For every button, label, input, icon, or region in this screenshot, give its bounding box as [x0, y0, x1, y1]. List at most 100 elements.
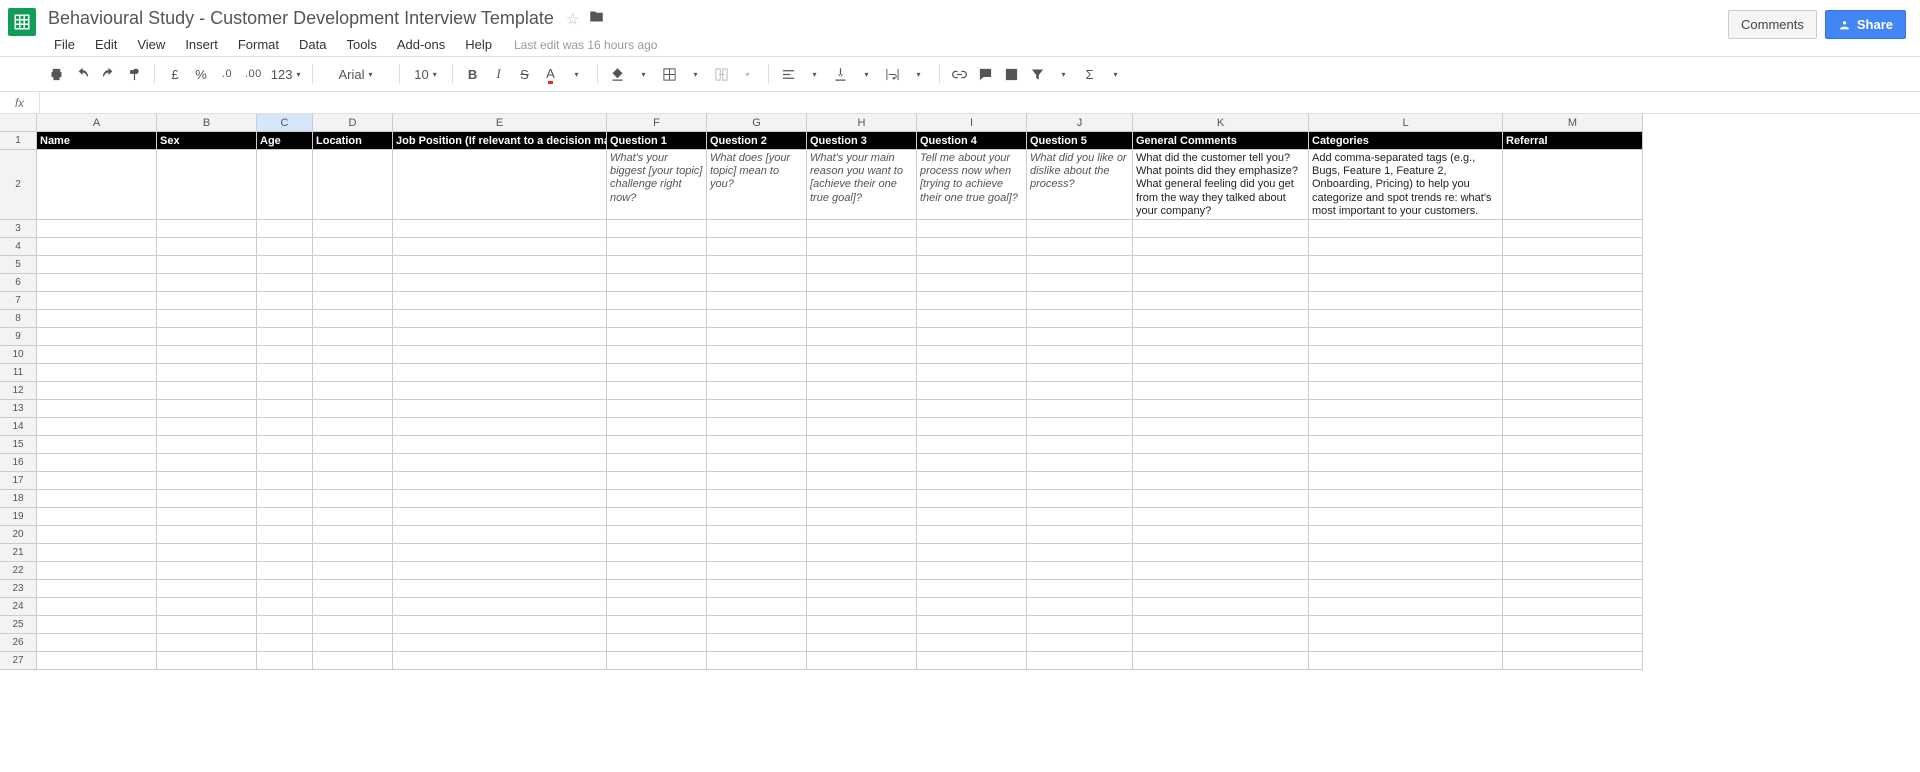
cell-F16[interactable]	[607, 454, 707, 472]
cell-C9[interactable]	[257, 328, 313, 346]
cell-G22[interactable]	[707, 562, 807, 580]
cell-E21[interactable]	[393, 544, 607, 562]
cell-J16[interactable]	[1027, 454, 1133, 472]
cell-H4[interactable]	[807, 238, 917, 256]
cell-F26[interactable]	[607, 634, 707, 652]
menu-edit[interactable]: Edit	[87, 33, 125, 56]
cell-C18[interactable]	[257, 490, 313, 508]
cell-A5[interactable]	[37, 256, 157, 274]
cell-G24[interactable]	[707, 598, 807, 616]
cell-L18[interactable]	[1309, 490, 1503, 508]
cell-G21[interactable]	[707, 544, 807, 562]
undo-icon[interactable]	[70, 61, 94, 87]
cell-I3[interactable]	[917, 220, 1027, 238]
cell-M17[interactable]	[1503, 472, 1643, 490]
cell-E16[interactable]	[393, 454, 607, 472]
cell-H21[interactable]	[807, 544, 917, 562]
cell-B8[interactable]	[157, 310, 257, 328]
cell-C22[interactable]	[257, 562, 313, 580]
cell-F17[interactable]	[607, 472, 707, 490]
vertical-align-button[interactable]	[829, 61, 853, 87]
cell-J10[interactable]	[1027, 346, 1133, 364]
cell-G20[interactable]	[707, 526, 807, 544]
cell-B20[interactable]	[157, 526, 257, 544]
cell-J7[interactable]	[1027, 292, 1133, 310]
cell-G5[interactable]	[707, 256, 807, 274]
cell-B25[interactable]	[157, 616, 257, 634]
cell-M6[interactable]	[1503, 274, 1643, 292]
cell-A17[interactable]	[37, 472, 157, 490]
cell-B1[interactable]: Sex	[157, 132, 257, 150]
cell-F18[interactable]	[607, 490, 707, 508]
cell-L6[interactable]	[1309, 274, 1503, 292]
cell-K5[interactable]	[1133, 256, 1309, 274]
cell-B16[interactable]	[157, 454, 257, 472]
cell-E23[interactable]	[393, 580, 607, 598]
increase-decimal-button[interactable]: .00	[241, 61, 266, 87]
cell-H5[interactable]	[807, 256, 917, 274]
cell-G14[interactable]	[707, 418, 807, 436]
cell-J3[interactable]	[1027, 220, 1133, 238]
cell-J20[interactable]	[1027, 526, 1133, 544]
cell-L9[interactable]	[1309, 328, 1503, 346]
cell-J26[interactable]	[1027, 634, 1133, 652]
cell-G23[interactable]	[707, 580, 807, 598]
filter-dropdown-icon[interactable]: ▾	[1052, 61, 1076, 87]
cell-H20[interactable]	[807, 526, 917, 544]
cell-C6[interactable]	[257, 274, 313, 292]
halign-dropdown-icon[interactable]: ▾	[803, 61, 827, 87]
cell-E22[interactable]	[393, 562, 607, 580]
cell-B6[interactable]	[157, 274, 257, 292]
row-header-8[interactable]: 8	[0, 310, 37, 328]
cell-K11[interactable]	[1133, 364, 1309, 382]
cell-H26[interactable]	[807, 634, 917, 652]
cell-J15[interactable]	[1027, 436, 1133, 454]
cell-A23[interactable]	[37, 580, 157, 598]
cell-C13[interactable]	[257, 400, 313, 418]
cell-F5[interactable]	[607, 256, 707, 274]
cell-J8[interactable]	[1027, 310, 1133, 328]
cell-E8[interactable]	[393, 310, 607, 328]
cell-L3[interactable]	[1309, 220, 1503, 238]
cell-J14[interactable]	[1027, 418, 1133, 436]
horizontal-align-button[interactable]	[777, 61, 801, 87]
cell-E5[interactable]	[393, 256, 607, 274]
row-header-4[interactable]: 4	[0, 238, 37, 256]
cell-G25[interactable]	[707, 616, 807, 634]
row-header-13[interactable]: 13	[0, 400, 37, 418]
cell-F20[interactable]	[607, 526, 707, 544]
column-header-M[interactable]: M	[1503, 114, 1643, 132]
cell-F15[interactable]	[607, 436, 707, 454]
cell-I2[interactable]: Tell me about your process now when [try…	[917, 150, 1027, 220]
cell-M25[interactable]	[1503, 616, 1643, 634]
cell-F10[interactable]	[607, 346, 707, 364]
cell-M13[interactable]	[1503, 400, 1643, 418]
cell-A13[interactable]	[37, 400, 157, 418]
print-icon[interactable]	[44, 61, 68, 87]
cell-E1[interactable]: Job Position (If relevant to a decision …	[393, 132, 607, 150]
row-header-15[interactable]: 15	[0, 436, 37, 454]
cell-D21[interactable]	[313, 544, 393, 562]
cell-F25[interactable]	[607, 616, 707, 634]
select-all-corner[interactable]	[0, 114, 37, 132]
cell-B26[interactable]	[157, 634, 257, 652]
column-header-D[interactable]: D	[313, 114, 393, 132]
cell-A19[interactable]	[37, 508, 157, 526]
cell-K10[interactable]	[1133, 346, 1309, 364]
cell-K16[interactable]	[1133, 454, 1309, 472]
cell-F14[interactable]	[607, 418, 707, 436]
cell-D17[interactable]	[313, 472, 393, 490]
fx-icon[interactable]: fx	[0, 92, 40, 113]
cell-D10[interactable]	[313, 346, 393, 364]
cell-H10[interactable]	[807, 346, 917, 364]
cell-I27[interactable]	[917, 652, 1027, 670]
row-header-2[interactable]: 2	[0, 150, 37, 220]
cell-H16[interactable]	[807, 454, 917, 472]
cell-I5[interactable]	[917, 256, 1027, 274]
cell-C3[interactable]	[257, 220, 313, 238]
cell-B7[interactable]	[157, 292, 257, 310]
menu-tools[interactable]: Tools	[338, 33, 384, 56]
cell-F3[interactable]	[607, 220, 707, 238]
more-formats-dropdown[interactable]: 123	[268, 61, 304, 87]
cell-L25[interactable]	[1309, 616, 1503, 634]
